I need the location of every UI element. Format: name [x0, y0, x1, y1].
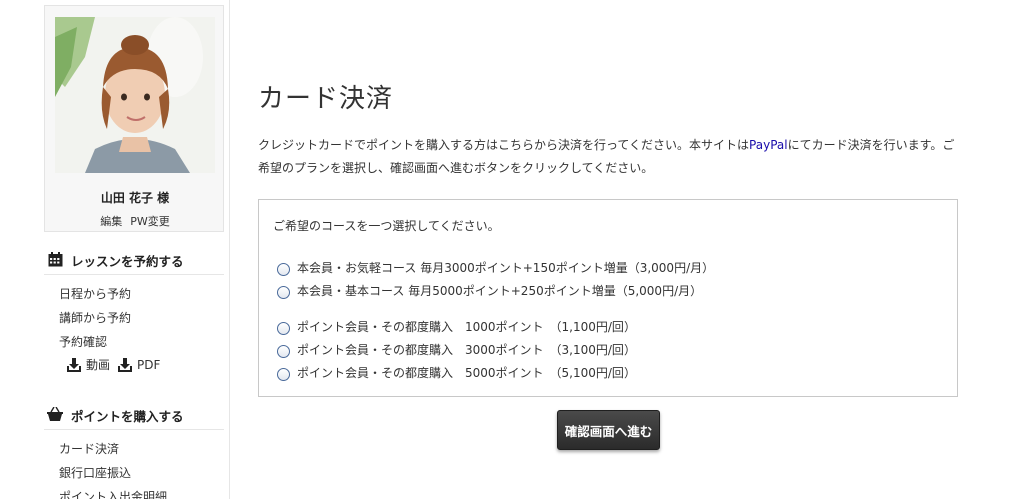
basket-icon [46, 406, 64, 422]
user-name: 山田 花子 様 [100, 191, 170, 205]
course-selection-box: ご希望のコースを一つ選択してください。 本会員・お気軽コース 毎月3000ポイン… [258, 199, 958, 397]
avatar [55, 17, 215, 173]
pdf-download-label: PDF [137, 357, 161, 372]
course-option-casual[interactable]: 本会員・お気軽コース 毎月3000ポイント+150ポイント増量（3,000円/月… [277, 259, 714, 276]
course-option-label: 本会員・基本コース 毎月5000ポイント+250ポイント増量（5,000円/月） [297, 284, 703, 298]
course-radio[interactable] [277, 345, 290, 358]
course-option-label: ポイント会員・その都度購入 3000ポイント （3,100円/回） [297, 343, 636, 357]
course-prompt: ご希望のコースを一つ選択してください。 [273, 219, 500, 233]
course-option-5000[interactable]: ポイント会員・その都度購入 5000ポイント （5,100円/回） [277, 364, 636, 381]
points-section-label: ポイントを購入する [71, 409, 184, 424]
intro-text-before: クレジットカードでポイントを購入する方はこちらから決済を行ってください。本サイト… [258, 138, 750, 152]
page-title: カード決済 [258, 84, 394, 114]
course-option-3000[interactable]: ポイント会員・その都度購入 3000ポイント （3,100円/回） [277, 341, 636, 358]
profile-card: 山田 花子 様 編集 PW変更 [44, 5, 224, 232]
video-download-label: 動画 [86, 358, 111, 372]
lesson-section-label: レッスンを予約する [71, 254, 184, 269]
change-password-link[interactable]: PW変更 [130, 215, 170, 228]
lesson-section-title: レッスンを予約する [44, 251, 224, 275]
course-radio[interactable] [277, 263, 290, 276]
video-download-link[interactable]: 動画 [67, 356, 110, 373]
sidebar-item-teacher-booking[interactable]: 講師から予約 [59, 309, 131, 326]
sidebar: 山田 花子 様 編集 PW変更 レッスンを予約する 日程から予約 講師から予約 予… [44, 0, 230, 499]
sidebar-item-bank-transfer[interactable]: 銀行口座振込 [59, 464, 131, 481]
pdf-download-link[interactable]: PDF [118, 357, 161, 372]
download-icon [67, 357, 81, 372]
sidebar-item-card-payment[interactable]: カード決済 [59, 440, 119, 457]
course-option-1000[interactable]: ポイント会員・その都度購入 1000ポイント （1,100円/回） [277, 318, 636, 335]
calendar-icon [46, 251, 64, 267]
profile-links: 編集 PW変更 [45, 213, 225, 229]
points-section-title: ポイントを購入する [44, 406, 224, 430]
sidebar-item-points-history[interactable]: ポイント入出金明細 [59, 488, 167, 499]
intro-text: クレジットカードでポイントを購入する方はこちらから決済を行ってください。本サイト… [258, 134, 958, 180]
course-radio[interactable] [277, 286, 290, 299]
download-links: 動画 PDF [67, 356, 160, 373]
course-radio[interactable] [277, 322, 290, 335]
edit-profile-link[interactable]: 編集 [100, 215, 122, 228]
course-option-label: ポイント会員・その都度購入 1000ポイント （1,100円/回） [297, 320, 636, 334]
course-option-label: ポイント会員・その都度購入 5000ポイント （5,100円/回） [297, 366, 636, 380]
paypal-link[interactable]: PayPal [749, 138, 788, 152]
sidebar-item-schedule-booking[interactable]: 日程から予約 [59, 285, 131, 302]
course-option-label: 本会員・お気軽コース 毎月3000ポイント+150ポイント増量（3,000円/月… [297, 261, 715, 275]
confirm-button[interactable]: 確認画面へ進む [557, 410, 660, 450]
course-option-basic[interactable]: 本会員・基本コース 毎月5000ポイント+250ポイント増量（5,000円/月） [277, 282, 702, 299]
download-icon [118, 357, 133, 372]
course-radio[interactable] [277, 368, 290, 381]
sidebar-item-booking-confirm[interactable]: 予約確認 [59, 333, 107, 350]
